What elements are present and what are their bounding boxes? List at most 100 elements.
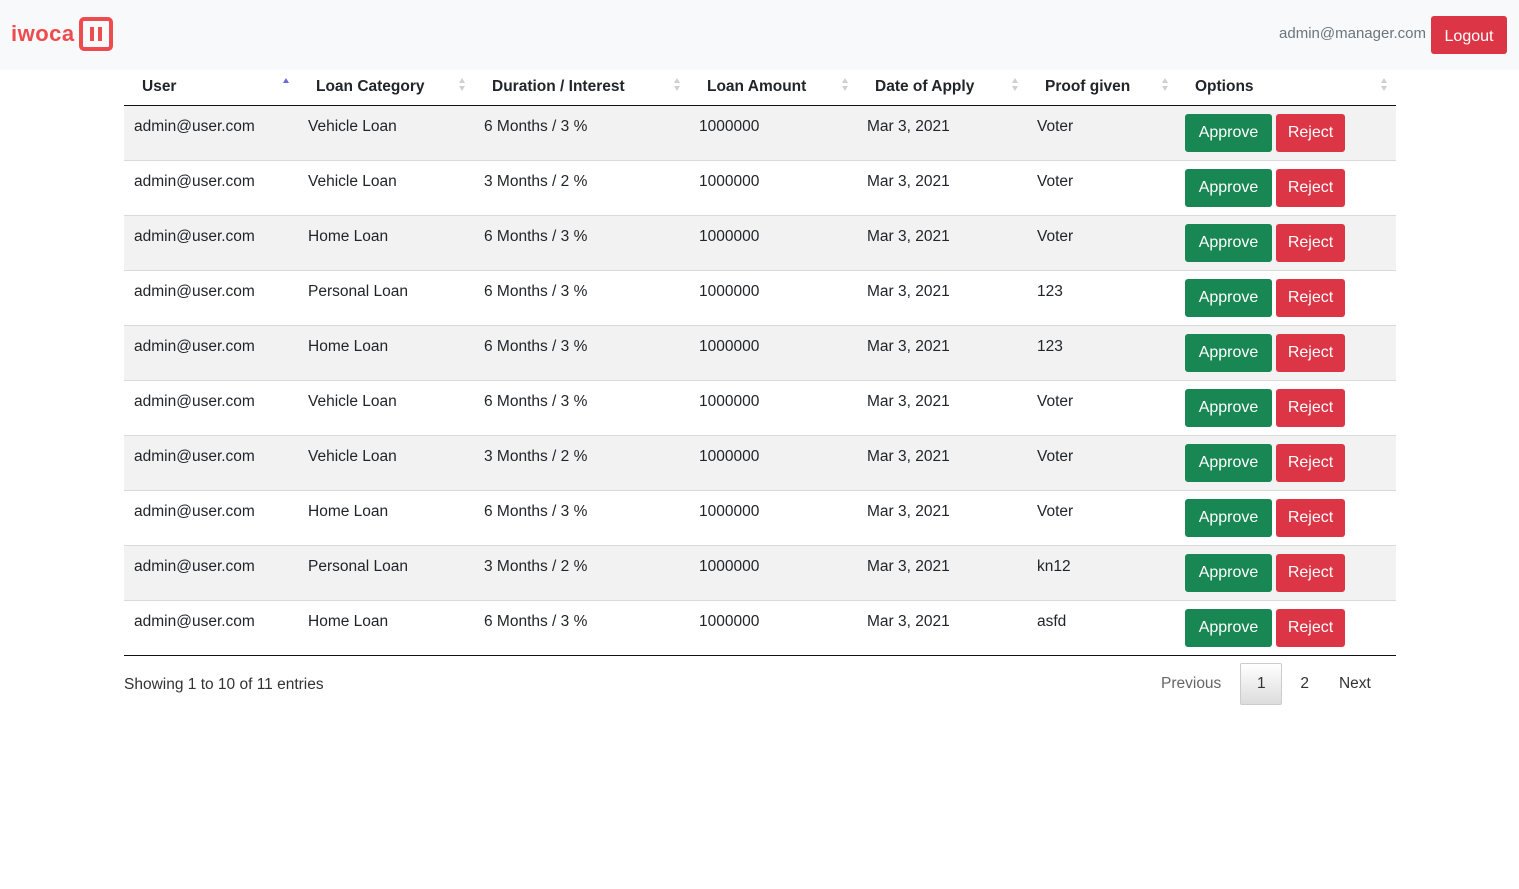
proof-given-cell: Voter <box>1027 159 1177 215</box>
proof-given-cell: 123 <box>1027 324 1177 380</box>
date-of-apply-cell: Mar 3, 2021 <box>857 489 1027 545</box>
date-of-apply-cell: Mar 3, 2021 <box>857 434 1027 490</box>
duration-interest-cell: 3 Months / 2 % <box>474 434 689 490</box>
approve-button[interactable]: Approve <box>1185 498 1272 537</box>
reject-button[interactable]: Reject <box>1276 388 1345 427</box>
approve-button[interactable]: Approve <box>1185 223 1272 262</box>
approve-button[interactable]: Approve <box>1185 168 1272 207</box>
table-header-row: User Loan Category Duration / Interest Loan… <box>124 70 1396 106</box>
column-header-options[interactable]: Options <box>1177 70 1396 106</box>
sort-icon <box>1162 78 1168 91</box>
proof-given-cell: asfd <box>1027 599 1177 656</box>
iwoca-logo-icon <box>78 17 113 51</box>
column-header-label: Proof given <box>1045 78 1131 96</box>
options-cell: Approve Reject <box>1177 105 1396 160</box>
column-header-user[interactable]: User <box>124 70 298 106</box>
column-header-label: User <box>142 78 177 96</box>
brand-logo[interactable]: iwoca <box>11 17 113 51</box>
options-cell: Approve Reject <box>1177 434 1396 490</box>
date-of-apply-cell: Mar 3, 2021 <box>857 599 1027 656</box>
user-cell: admin@user.com <box>124 269 298 325</box>
date-of-apply-cell: Mar 3, 2021 <box>857 159 1027 215</box>
column-header-loan-amount[interactable]: Loan Amount <box>689 70 857 106</box>
reject-button[interactable]: Reject <box>1276 498 1345 537</box>
column-header-label: Loan Category <box>316 78 425 96</box>
pagination-page-1[interactable]: 1 <box>1240 663 1283 705</box>
duration-interest-cell: 6 Months / 3 % <box>474 599 689 656</box>
column-header-loan-category[interactable]: Loan Category <box>298 70 474 106</box>
loan-applications-table: User Loan Category Duration / Interest Loan… <box>124 70 1396 656</box>
duration-interest-cell: 6 Months / 3 % <box>474 324 689 380</box>
approve-button[interactable]: Approve <box>1185 333 1272 372</box>
pagination-previous[interactable]: Previous <box>1161 674 1221 694</box>
loan-amount-cell: 1000000 <box>689 269 857 325</box>
duration-interest-cell: 6 Months / 3 % <box>474 214 689 270</box>
pagination-next[interactable]: Next <box>1339 674 1371 694</box>
user-cell: admin@user.com <box>124 599 298 656</box>
loan-amount-cell: 1000000 <box>689 214 857 270</box>
date-of-apply-cell: Mar 3, 2021 <box>857 379 1027 435</box>
date-of-apply-cell: Mar 3, 2021 <box>857 269 1027 325</box>
user-cell: admin@user.com <box>124 544 298 600</box>
user-cell: admin@user.com <box>124 214 298 270</box>
column-header-proof-given[interactable]: Proof given <box>1027 70 1177 106</box>
proof-given-cell: Voter <box>1027 489 1177 545</box>
pagination: Previous 1 2 Next <box>1146 663 1371 705</box>
options-cell: Approve Reject <box>1177 379 1396 435</box>
table-row: admin@user.com Vehicle Loan 6 Months / 3 %… <box>124 379 1396 435</box>
approve-button[interactable]: Approve <box>1185 388 1272 427</box>
loan-amount-cell: 1000000 <box>689 159 857 215</box>
user-email: admin@manager.com <box>1279 25 1426 42</box>
duration-interest-cell: 6 Months / 3 % <box>474 379 689 435</box>
approve-button[interactable]: Approve <box>1185 608 1272 647</box>
table-row: admin@user.com Vehicle Loan 3 Months / 2 %… <box>124 434 1396 490</box>
proof-given-cell: Voter <box>1027 379 1177 435</box>
entries-info: Showing 1 to 10 of 11 entries <box>124 676 324 693</box>
proof-given-cell: Voter <box>1027 434 1177 490</box>
reject-button[interactable]: Reject <box>1276 608 1345 647</box>
sort-ascending-icon <box>283 78 289 83</box>
reject-button[interactable]: Reject <box>1276 443 1345 482</box>
approve-button[interactable]: Approve <box>1185 553 1272 592</box>
table-row: admin@user.com Home Loan 6 Months / 3 % 100… <box>124 324 1396 380</box>
proof-given-cell: 123 <box>1027 269 1177 325</box>
proof-given-cell: kn12 <box>1027 544 1177 600</box>
date-of-apply-cell: Mar 3, 2021 <box>857 214 1027 270</box>
table-row: admin@user.com Home Loan 6 Months / 3 % 100… <box>124 214 1396 270</box>
loan-applications-table-container: User Loan Category Duration / Interest Loan… <box>124 70 1396 656</box>
reject-button[interactable]: Reject <box>1276 333 1345 372</box>
reject-button[interactable]: Reject <box>1276 168 1345 207</box>
reject-button[interactable]: Reject <box>1276 223 1345 262</box>
approve-button[interactable]: Approve <box>1185 278 1272 317</box>
options-cell: Approve Reject <box>1177 269 1396 325</box>
loan-category-cell: Personal Loan <box>298 544 474 600</box>
reject-button[interactable]: Reject <box>1276 278 1345 317</box>
loan-amount-cell: 1000000 <box>689 105 857 160</box>
pagination-page-2[interactable]: 2 <box>1300 674 1309 694</box>
table-row: admin@user.com Home Loan 6 Months / 3 % 100… <box>124 489 1396 545</box>
column-header-label: Date of Apply <box>875 78 975 96</box>
sort-icon <box>674 78 680 91</box>
reject-button[interactable]: Reject <box>1276 113 1345 152</box>
sort-icon <box>842 78 848 91</box>
loan-amount-cell: 1000000 <box>689 489 857 545</box>
logout-button[interactable]: Logout <box>1431 16 1507 54</box>
table-row: admin@user.com Vehicle Loan 3 Months / 2 %… <box>124 159 1396 215</box>
loan-category-cell: Home Loan <box>298 324 474 380</box>
column-header-duration-interest[interactable]: Duration / Interest <box>474 70 689 106</box>
approve-button[interactable]: Approve <box>1185 443 1272 482</box>
reject-button[interactable]: Reject <box>1276 553 1345 592</box>
user-cell: admin@user.com <box>124 379 298 435</box>
date-of-apply-cell: Mar 3, 2021 <box>857 105 1027 160</box>
duration-interest-cell: 6 Months / 3 % <box>474 269 689 325</box>
approve-button[interactable]: Approve <box>1185 113 1272 152</box>
user-cell: admin@user.com <box>124 159 298 215</box>
date-of-apply-cell: Mar 3, 2021 <box>857 324 1027 380</box>
user-cell: admin@user.com <box>124 105 298 160</box>
date-of-apply-cell: Mar 3, 2021 <box>857 544 1027 600</box>
user-cell: admin@user.com <box>124 324 298 380</box>
loan-amount-cell: 1000000 <box>689 434 857 490</box>
column-header-date-of-apply[interactable]: Date of Apply <box>857 70 1027 106</box>
options-cell: Approve Reject <box>1177 489 1396 545</box>
loan-category-cell: Vehicle Loan <box>298 159 474 215</box>
